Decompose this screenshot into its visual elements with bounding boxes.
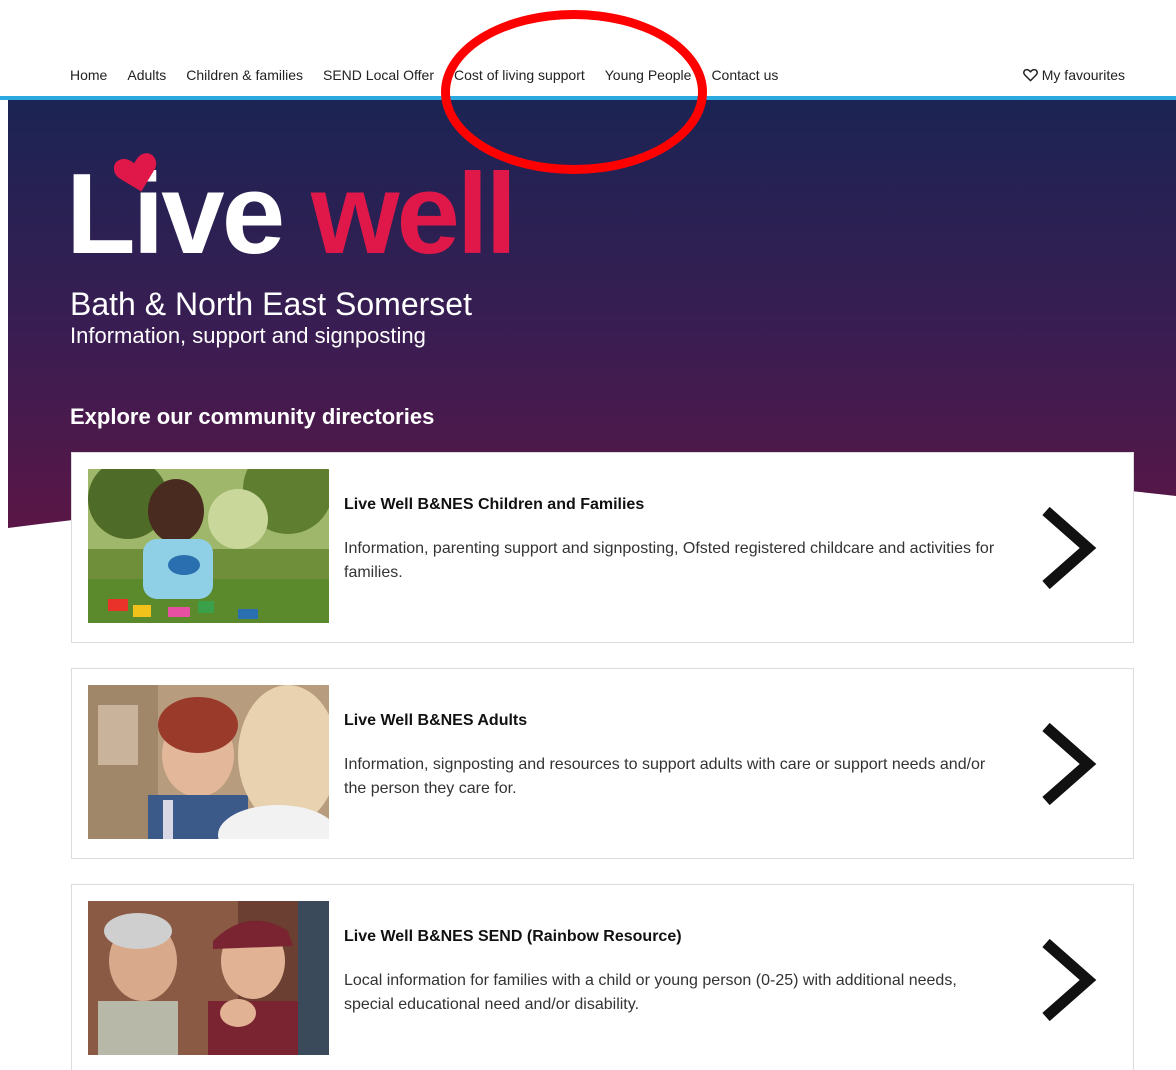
card-description: Information, signposting and resources t…: [344, 756, 986, 797]
nav-link-cost-of-living[interactable]: Cost of living support: [454, 66, 585, 84]
chevron-right-icon[interactable]: [1038, 503, 1098, 593]
live-well-logo[interactable]: Live well: [66, 150, 566, 280]
nav-link-children-families[interactable]: Children & families: [186, 66, 303, 84]
nav-link-adults[interactable]: Adults: [127, 66, 166, 84]
logo-live-text: Live: [66, 151, 285, 278]
card-title[interactable]: Live Well B&NES Children and Families: [344, 495, 644, 515]
card-description: Information, parenting support and signp…: [344, 540, 995, 581]
region-name: Bath & North East Somerset: [70, 286, 472, 322]
my-favourites-label: My favourites: [1041, 67, 1125, 83]
directory-card-send[interactable]: Live Well B&NES SEND (Rainbow Resource) …: [71, 884, 1134, 1070]
top-navigation: Home Adults Children & families SEND Loc…: [0, 0, 1176, 96]
two-men-laughing-photo: [88, 901, 329, 1055]
nav-link-send-local-offer[interactable]: SEND Local Offer: [323, 66, 434, 84]
nav-link-young-people[interactable]: Young People: [605, 66, 692, 84]
chevron-right-icon[interactable]: [1038, 935, 1098, 1025]
directory-card-adults[interactable]: Live Well B&NES Adults Information, sign…: [71, 668, 1134, 859]
nav-link-home[interactable]: Home: [70, 66, 107, 84]
nav-link-contact-us[interactable]: Contact us: [711, 66, 778, 84]
logo-well-text: well: [310, 151, 517, 278]
two-women-talking-photo: [88, 685, 329, 839]
my-favourites-link[interactable]: My favourites: [1022, 66, 1125, 84]
card-description: Local information for families with a ch…: [344, 972, 957, 1013]
card-title[interactable]: Live Well B&NES Adults: [344, 711, 527, 731]
chevron-right-icon[interactable]: [1038, 719, 1098, 809]
heart-outline-icon: [1022, 68, 1038, 82]
toddler-in-garden-photo: [88, 469, 329, 623]
nav-links: Home Adults Children & families SEND Loc…: [70, 66, 798, 84]
directory-card-children-families[interactable]: Live Well B&NES Children and Families In…: [71, 452, 1134, 643]
card-title[interactable]: Live Well B&NES SEND (Rainbow Resource): [344, 927, 682, 947]
site-tagline: Information, support and signposting: [70, 323, 426, 348]
explore-heading: Explore our community directories: [70, 404, 435, 429]
heart-icon: [114, 153, 157, 192]
